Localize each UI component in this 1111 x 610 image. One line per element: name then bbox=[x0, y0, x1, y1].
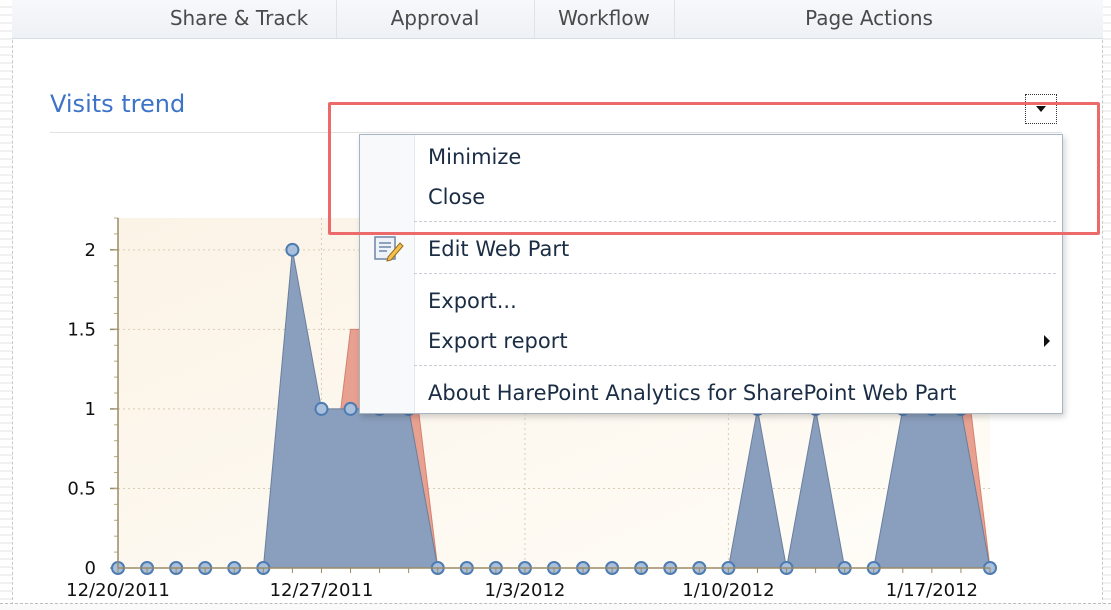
y-tick-label: 1.5 bbox=[67, 319, 96, 340]
y-tick-label: 0.5 bbox=[67, 478, 96, 499]
menu-item-label: Export report bbox=[428, 329, 568, 353]
y-tick-label: 1 bbox=[85, 399, 96, 420]
submenu-arrow-icon bbox=[1044, 335, 1050, 347]
menu-item-about[interactable]: About HarePoint Analytics for SharePoint… bbox=[360, 375, 1062, 411]
y-tick-label: 2 bbox=[85, 240, 96, 261]
data-point-marker bbox=[314, 401, 329, 416]
x-tick-label: 1/17/2012 bbox=[886, 580, 978, 601]
edit-webpart-icon bbox=[374, 236, 404, 262]
menu-item-edit-web-part[interactable]: Edit Web Part bbox=[360, 231, 1062, 267]
x-tick-label: 1/3/2012 bbox=[485, 580, 566, 601]
menu-item-label: Export... bbox=[428, 289, 517, 313]
menu-item-label: Edit Web Part bbox=[428, 237, 570, 261]
y-tick-label: 0 bbox=[85, 558, 96, 579]
data-point-marker bbox=[285, 242, 300, 257]
x-tick-label: 12/20/2011 bbox=[66, 580, 170, 601]
menu-item-label: About HarePoint Analytics for SharePoint… bbox=[428, 381, 957, 405]
x-tick-label: 1/10/2012 bbox=[682, 580, 774, 601]
data-point-marker bbox=[343, 401, 358, 416]
x-tick-label: 12/27/2011 bbox=[270, 580, 374, 601]
menu-separator bbox=[414, 273, 1056, 274]
menu-item-export[interactable]: Export... bbox=[360, 283, 1062, 319]
menu-item-export-report[interactable]: Export report bbox=[360, 323, 1062, 359]
highlight-box bbox=[328, 102, 1100, 235]
menu-separator bbox=[414, 365, 1056, 366]
